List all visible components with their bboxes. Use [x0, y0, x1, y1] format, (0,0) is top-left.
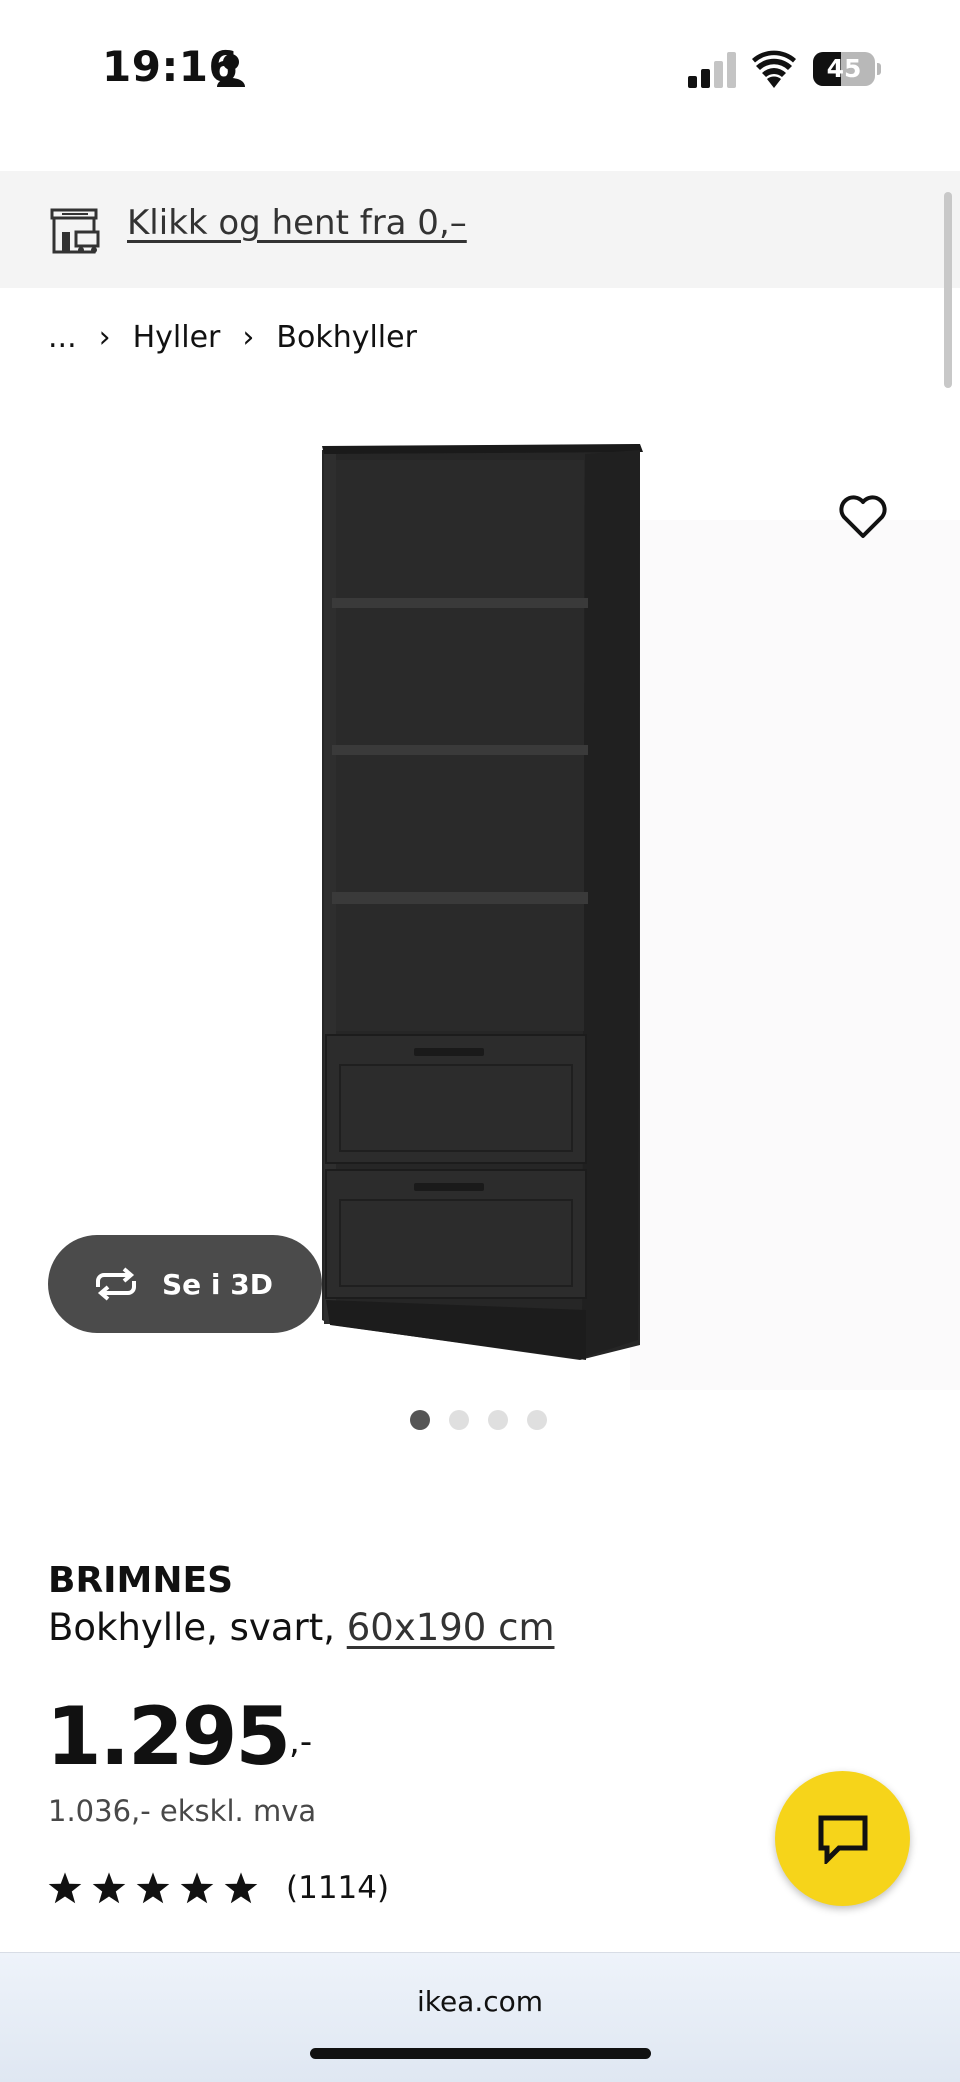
breadcrumb: ... › Hyller › Bokhyller	[48, 320, 417, 355]
pagination-dot[interactable]	[410, 1410, 430, 1430]
battery-icon: 45	[813, 52, 875, 86]
scrollbar[interactable]	[944, 192, 952, 388]
star-icon	[224, 1872, 258, 1904]
pagination-dot[interactable]	[488, 1410, 508, 1430]
price-suffix: ,-	[289, 1722, 313, 1762]
click-collect-link[interactable]: Klikk og hent fra 0,–	[127, 203, 467, 243]
home-indicator[interactable]	[310, 2048, 651, 2059]
pagination-dot[interactable]	[449, 1410, 469, 1430]
wifi-icon	[752, 50, 796, 88]
signal-icon	[688, 52, 736, 88]
product-price: 1.295 ,-	[46, 1690, 312, 1783]
view-3d-button[interactable]: Se i 3D	[48, 1235, 322, 1333]
battery-tip	[877, 63, 881, 75]
star-icon	[136, 1872, 170, 1904]
store-icon	[50, 208, 100, 254]
product-type: Bokhylle, svart,	[48, 1606, 347, 1649]
image-background	[630, 520, 960, 1390]
product-name: BRIMNES	[48, 1560, 234, 1601]
battery-level: 45	[826, 54, 862, 83]
chat-button[interactable]	[775, 1771, 910, 1906]
chat-icon	[818, 1815, 867, 1864]
price-excl-vat: 1.036,- ekskl. mva	[48, 1794, 317, 1828]
breadcrumb-item-hyller[interactable]: Hyller	[133, 320, 221, 355]
price-value: 1.295	[46, 1690, 291, 1783]
rating-count: (1114)	[286, 1870, 390, 1906]
view-3d-label: Se i 3D	[162, 1267, 273, 1301]
chevron-right-icon: ›	[98, 320, 111, 355]
heart-icon[interactable]	[838, 494, 888, 540]
product-rating[interactable]: (1114)	[48, 1870, 389, 1906]
person-icon	[217, 54, 245, 87]
star-icon	[180, 1872, 214, 1904]
url-text[interactable]: ikea.com	[0, 1985, 960, 2018]
star-icon	[92, 1872, 126, 1904]
pagination-dot[interactable]	[527, 1410, 547, 1430]
product-image[interactable]	[310, 440, 650, 1365]
image-pagination	[410, 1410, 547, 1430]
breadcrumb-item-more[interactable]: ...	[48, 320, 77, 355]
product-size-link[interactable]: 60x190 cm	[347, 1606, 555, 1649]
breadcrumb-item-bokhyller[interactable]: Bokhyller	[276, 320, 417, 355]
chevron-right-icon: ›	[242, 320, 255, 355]
star-icon	[48, 1872, 82, 1904]
rotate-icon	[96, 1267, 136, 1301]
product-description: Bokhylle, svart, 60x190 cm	[48, 1606, 554, 1649]
